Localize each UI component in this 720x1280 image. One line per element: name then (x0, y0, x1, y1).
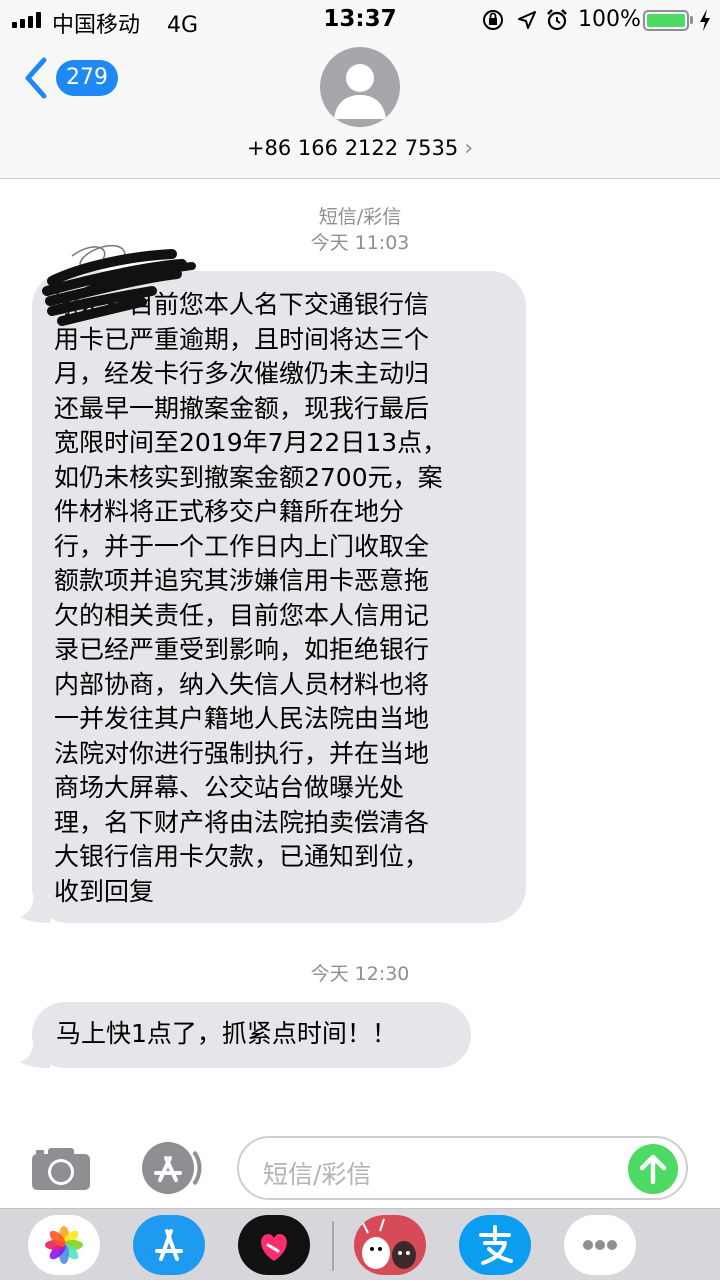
charging-icon (700, 9, 710, 31)
message-line: 如仍未核实到撤案金额2700元，案 (54, 462, 443, 492)
message-body: 谢×× 目前您本人名下交通银行信 用卡已严重逾期，且时间将达三个 月，经发卡行多… (54, 288, 506, 909)
alarm-icon (547, 9, 567, 31)
message-line: 欠的相关责任，目前您本人信用记 (54, 600, 430, 630)
person-silhouette-icon (334, 64, 386, 119)
contact-avatar[interactable] (320, 47, 400, 127)
unread-count-badge: 279 (56, 60, 118, 96)
message-body: 马上快1点了，抓紧点时间！！ (56, 1019, 397, 1048)
bubble-tail (20, 1038, 50, 1068)
alipay-logo-icon (479, 1225, 513, 1265)
message-line: 一并发往其户籍地人民法院由当地 (54, 704, 430, 733)
photos-app-icon[interactable] (28, 1215, 100, 1275)
message-line: 宽限时间至2019年7月22日13点， (54, 428, 448, 457)
orientation-lock-icon (483, 10, 503, 30)
message-line: 行，并于一个工作日内上门收取全 (54, 531, 430, 561)
message-timestamp: 今天 12:30 (310, 963, 410, 985)
sticker-app-icon[interactable] (354, 1215, 426, 1275)
contact-details-link[interactable]: +86 166 2122 7535 › (0, 136, 720, 161)
app-store-button-icon[interactable] (134, 1140, 204, 1196)
arrow-up-icon (639, 1154, 667, 1185)
battery-percent: 100% (578, 7, 641, 32)
alipay-app-icon[interactable] (459, 1215, 531, 1275)
status-bar: 中国移动 4G 13:37 100% (0, 0, 720, 40)
bubble-tail (20, 893, 50, 923)
heart-hand-icon (261, 1234, 287, 1261)
imessage-app-drawer (0, 1208, 720, 1280)
chevron-left-icon (25, 57, 47, 99)
back-button[interactable]: 279 (22, 56, 122, 100)
more-apps-icon[interactable] (564, 1215, 636, 1275)
message-input[interactable]: 短信/彩信 (237, 1136, 688, 1200)
digital-touch-app-icon[interactable] (238, 1215, 310, 1275)
message-input-placeholder: 短信/彩信 (263, 1160, 372, 1189)
message-line: 法院对你进行强制执行，并在当地 (54, 738, 430, 768)
redaction-scribble (42, 244, 196, 326)
incoming-message-bubble[interactable]: 马上快1点了，抓紧点时间！！ (32, 1002, 471, 1068)
send-button[interactable] (628, 1144, 678, 1194)
battery-fill (647, 14, 685, 27)
app-store-app-icon[interactable] (133, 1215, 205, 1275)
chevron-right-icon: › (464, 136, 474, 161)
message-line: 收到回复 (54, 876, 155, 906)
message-line: 件材料将正式移交户籍所在地分 (54, 497, 405, 526)
message-line: 月，经发卡行多次催缴仍未主动归 (54, 359, 430, 388)
message-line: 还最早一期撤案金额，现我行最后 (54, 393, 430, 423)
message-line: 商场大屏幕、公交站台做曝光处 (54, 773, 405, 802)
compose-bar: 短信/彩信 (0, 1130, 720, 1208)
battery-icon (643, 10, 689, 31)
battery-cap (690, 16, 693, 24)
cartoon-sticker-icon (361, 1218, 416, 1269)
message-line: 大银行信用卡欠款，已通知到位， (54, 842, 430, 871)
message-line: 内部协商，纳入失信人员材料也将 (54, 669, 430, 699)
drawer-divider (332, 1221, 334, 1271)
conversation-header: 279 +86 166 2122 7535 › (0, 40, 720, 179)
ellipsis-icon (583, 1240, 617, 1250)
message-line: 额款项并追究其涉嫌信用卡恶意拖 (54, 566, 430, 595)
incoming-message-bubble[interactable]: 谢×× 目前您本人名下交通银行信 用卡已严重逾期，且时间将达三个 月，经发卡行多… (32, 271, 526, 923)
photos-flower-icon (45, 1226, 83, 1264)
camera-icon[interactable] (30, 1146, 92, 1192)
contact-number: +86 166 2122 7535 (246, 136, 459, 160)
message-type-label: 短信/彩信 (318, 206, 402, 228)
message-line: 理，名下财产将由法院拍卖偿清各 (54, 807, 430, 837)
location-icon (518, 11, 536, 29)
message-line: 录已经严重受到影响，如拒绝银行 (54, 635, 430, 664)
app-store-a-icon (155, 1229, 183, 1261)
